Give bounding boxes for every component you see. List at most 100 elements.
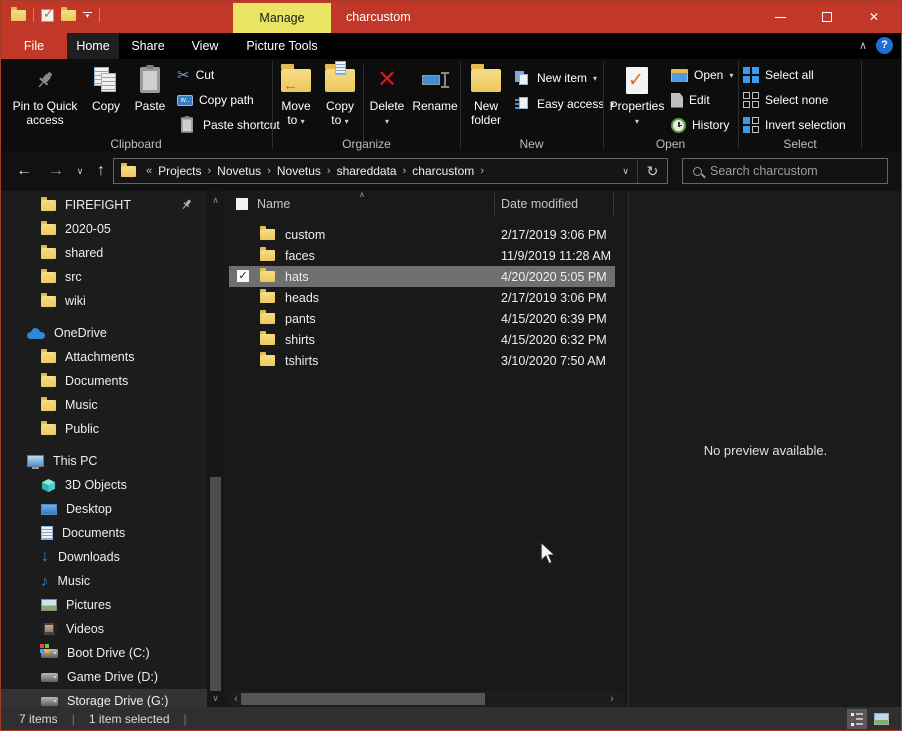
sidebar-item-wiki[interactable]: wiki [1, 289, 207, 313]
sidebar-item-storage-drive[interactable]: Storage Drive (G:) [1, 689, 207, 707]
sidebar-item-this-pc[interactable]: This PC [1, 449, 207, 473]
delete-button[interactable]: ✕ Delete▾ [366, 63, 408, 128]
copy-path-button[interactable]: w.. Copy path [177, 89, 254, 111]
sidebar-item-2020-05[interactable]: 2020-05 [1, 217, 207, 241]
folder-icon[interactable] [61, 10, 76, 21]
copy-to-button[interactable]: Copyto ▾ [319, 63, 361, 128]
edit-button[interactable]: Edit [671, 89, 710, 111]
breadcrumb-separator-icon[interactable]: › [205, 165, 213, 177]
new-folder-button[interactable]: Newfolder [463, 63, 509, 127]
customize-quick-access-icon[interactable]: ▾ [83, 12, 92, 19]
breadcrumb-item[interactable]: Novetus [217, 164, 261, 178]
sidebar-scrollbar[interactable]: ∧ ∨ [207, 191, 224, 707]
folder-icon [41, 272, 56, 283]
sidebar-item-music-pc[interactable]: ♪Music [1, 569, 207, 593]
folder-icon[interactable] [11, 10, 26, 21]
breadcrumb-separator-icon[interactable]: › [325, 165, 333, 177]
file-row-shirts[interactable]: shirts4/15/2020 6:32 PM [229, 329, 615, 350]
sidebar-item-pictures[interactable]: Pictures [1, 593, 207, 617]
file-row-custom[interactable]: custom2/17/2019 3:06 PM [229, 224, 615, 245]
easy-access-button[interactable]: Easy access▾ [515, 93, 614, 115]
rename-button[interactable]: Rename [409, 63, 461, 114]
search-box[interactable]: Search charcustom [682, 158, 888, 184]
tab-view[interactable]: View [177, 33, 233, 59]
sidebar-item-documents-pc[interactable]: Documents [1, 521, 207, 545]
history-button[interactable]: History [671, 114, 729, 136]
breadcrumb-separator-icon[interactable]: › [401, 165, 409, 177]
properties-button[interactable]: ✓ Properties▾ [607, 63, 667, 128]
tab-picture-tools[interactable]: Picture Tools [233, 33, 331, 59]
file-row-heads[interactable]: heads2/17/2019 3:06 PM [229, 287, 615, 308]
sidebar-item-public[interactable]: Public [1, 417, 207, 441]
column-separator[interactable] [613, 193, 614, 215]
minimize-button[interactable] [757, 1, 803, 33]
paste-shortcut-button[interactable]: Paste shortcut [177, 114, 280, 136]
select-all-button[interactable]: Select all [743, 64, 814, 86]
refresh-icon[interactable]: ↻ [637, 159, 667, 183]
scroll-right-icon[interactable]: › [605, 691, 619, 707]
file-row-pants[interactable]: pants4/15/2020 6:39 PM [229, 308, 615, 329]
help-icon[interactable]: ? [876, 37, 893, 54]
sidebar-item-src[interactable]: src [1, 265, 207, 289]
back-icon[interactable]: ← [9, 151, 39, 191]
select-all-checkbox[interactable] [236, 198, 248, 210]
horizontal-scrollbar-thumb[interactable] [241, 693, 485, 705]
pinned-icon[interactable] [180, 198, 193, 211]
new-item-button[interactable]: New item▾ [515, 67, 597, 89]
paste-button[interactable]: Paste [129, 63, 171, 114]
sidebar-item-desktop[interactable]: Desktop [1, 497, 207, 521]
sidebar-scrollbar-thumb[interactable] [210, 477, 221, 691]
tab-home[interactable]: Home [67, 33, 119, 59]
select-none-button[interactable]: Select none [743, 89, 828, 111]
column-separator[interactable] [494, 193, 495, 215]
breadcrumb-item[interactable]: charcustom [412, 164, 474, 178]
scroll-down-icon[interactable]: ∨ [207, 693, 224, 704]
contextual-tab-manage[interactable]: Manage [233, 3, 331, 33]
open-button[interactable]: Open▾ [671, 64, 733, 86]
sidebar-item-music[interactable]: Music [1, 393, 207, 417]
sidebar-item-videos[interactable]: Videos [1, 617, 207, 641]
address-dropdown-icon[interactable]: ∨ [622, 159, 629, 183]
column-header-date-modified[interactable]: Date modified [501, 197, 578, 211]
up-icon[interactable]: ↑ [89, 151, 113, 191]
breadcrumb-item[interactable]: Novetus [277, 164, 321, 178]
close-button[interactable]: ✕ [851, 1, 897, 33]
row-checkbox-checked[interactable]: ✓ [237, 270, 249, 282]
file-row-hats-selected[interactable]: ✓ hats4/20/2020 5:05 PM [229, 266, 615, 287]
tab-file[interactable]: File [1, 33, 67, 59]
sort-ascending-icon[interactable]: ∧ [359, 190, 365, 199]
maximize-button[interactable] [804, 1, 850, 33]
details-view-button[interactable] [847, 709, 867, 729]
move-to-button[interactable]: ← Moveto ▾ [275, 63, 317, 128]
horizontal-scrollbar[interactable]: ‹ › [229, 691, 623, 707]
breadcrumb-item[interactable]: shareddata [337, 164, 397, 178]
scroll-up-icon[interactable]: ∧ [207, 195, 224, 206]
sidebar-item-shared[interactable]: shared [1, 241, 207, 265]
sidebar-item-attachments[interactable]: Attachments [1, 345, 207, 369]
sidebar-item-3d-objects[interactable]: 3D Objects [1, 473, 207, 497]
breadcrumb-separator-icon[interactable]: › [265, 165, 273, 177]
sidebar-item-downloads[interactable]: ↓Downloads [1, 545, 207, 569]
collapse-ribbon-icon[interactable]: ∧ [859, 39, 867, 52]
breadcrumb-separator-icon[interactable]: › [478, 165, 486, 177]
copy-button[interactable]: Copy [85, 63, 127, 114]
properties-check-icon[interactable]: ✓ [41, 9, 54, 22]
cut-button[interactable]: ✂ Cut [177, 64, 214, 86]
thumbnail-view-button[interactable] [871, 709, 891, 729]
forward-icon[interactable]: → [41, 151, 71, 191]
sidebar-item-documents[interactable]: Documents [1, 369, 207, 393]
sidebar-item-onedrive[interactable]: OneDrive [1, 321, 207, 345]
file-row-tshirts[interactable]: tshirts3/10/2020 7:50 AM [229, 350, 615, 371]
tab-share[interactable]: Share [119, 33, 177, 59]
pin-to-quick-access-button[interactable]: Pin to Quickaccess [7, 63, 83, 127]
recent-locations-icon[interactable]: ∨ [71, 151, 89, 191]
file-row-faces[interactable]: faces11/9/2019 11:28 AM [229, 245, 615, 266]
breadcrumb-item[interactable]: Projects [158, 164, 201, 178]
address-breadcrumb-bar[interactable]: « Projects › Novetus › Novetus › sharedd… [113, 158, 668, 184]
column-header-name[interactable]: Name [257, 197, 290, 211]
sidebar-item-game-drive[interactable]: Game Drive (D:) [1, 665, 207, 689]
breadcrumb-overflow-icon[interactable]: « [144, 165, 154, 177]
sidebar-item-boot-drive[interactable]: Boot Drive (C:) [1, 641, 207, 665]
invert-selection-button[interactable]: Invert selection [743, 114, 846, 136]
sidebar-item-firefight[interactable]: FIREFIGHT [1, 193, 207, 217]
